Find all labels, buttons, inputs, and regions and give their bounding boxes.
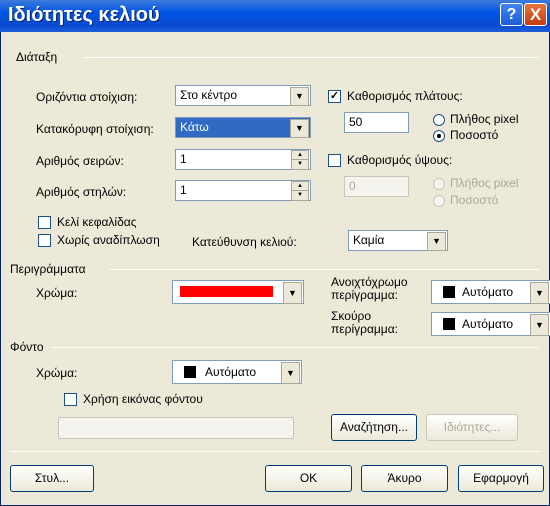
dialog-title: Ιδιότητες κελιού [8,4,160,26]
bg-image-path-field[interactable] [58,417,294,439]
spin-down-icon[interactable]: ▼ [291,190,309,201]
chevron-down-icon[interactable]: ▼ [290,119,309,138]
background-divider [52,347,539,348]
border-color-swatch [180,286,273,297]
dark-border-swatch [443,318,455,330]
cancel-button[interactable]: Άκυρο [361,465,448,492]
width-percent-radio[interactable] [433,130,445,142]
borders-divider [110,269,539,270]
bg-color-select[interactable]: Αυτόματο ▼ [172,360,302,384]
width-pixels-radio[interactable] [433,114,445,126]
rows-label: Αριθμός σειρών: [36,154,124,168]
dark-border-select[interactable]: Αυτόματο ▼ [431,312,550,336]
properties-button[interactable]: Ιδιότητες... [426,414,518,441]
width-check-label: Καθορισμός πλάτους: [347,89,463,103]
layout-group-title: Διάταξη [16,50,58,64]
rows-stepper[interactable]: 1 ▲ ▼ [175,149,311,170]
title-bar[interactable]: Ιδιότητες κελιού ? X [0,0,550,32]
layout-divider [84,57,539,58]
header-cell-checkbox[interactable] [38,216,51,229]
cols-stepper[interactable]: 1 ▲ ▼ [175,180,311,201]
chevron-down-icon[interactable]: ▼ [530,282,549,304]
width-field[interactable]: 50 [344,112,409,133]
height-pixels-radio[interactable] [433,178,445,190]
height-percent-radio[interactable] [433,195,445,207]
header-cell-label: Κελί κεφαλίδας [57,215,137,229]
browse-button[interactable]: Αναζήτηση... [331,414,417,441]
width-value: 50 [349,115,363,129]
halign-select[interactable]: Στο κέντρο ▼ [175,85,311,106]
chevron-down-icon[interactable]: ▼ [290,87,309,106]
width-percent-label: Ποσοστό [450,128,499,142]
light-border-select[interactable]: Αυτόματο ▼ [431,280,550,304]
cols-value: 1 [180,183,187,197]
valign-label: Κατακόρυφη στοίχιση: [36,122,154,136]
nowrap-label: Χωρίς αναδίπλωση [57,233,160,247]
cols-label: Αριθμός στηλών: [36,185,127,199]
height-field[interactable]: 0 [344,176,409,197]
bg-image-checkbox[interactable] [64,393,77,406]
direction-value: Καμία [353,233,385,247]
light-border-swatch [443,286,455,298]
light-border-value: Αυτόματο [462,285,514,299]
chevron-down-icon[interactable]: ▼ [283,282,302,304]
ok-button[interactable]: OK [265,465,352,492]
halign-value: Στο κέντρο [180,88,238,102]
bg-color-label: Χρώμα: [36,366,78,380]
spin-down-icon[interactable]: ▼ [291,159,309,170]
halign-label: Οριζόντια στοίχιση: [36,90,138,104]
help-button[interactable]: ? [500,3,523,26]
dark-border-value: Αυτόματο [462,317,514,331]
style-button[interactable]: Στυλ... [10,465,94,492]
background-group-title: Φόντο [10,340,44,354]
apply-button[interactable]: Εφαρμογή [458,465,544,492]
rows-value: 1 [180,152,187,166]
height-checkbox[interactable] [328,154,341,167]
bg-image-label: Χρήση εικόνας φόντου [83,392,203,406]
borders-group-title: Περιγράμματα [10,262,86,276]
valign-select[interactable]: Κάτω ▼ [175,117,311,138]
width-pixels-label: Πλήθος pixel [450,112,519,126]
border-color-label: Χρώμα: [36,286,78,300]
footer-divider [10,451,540,452]
dark-border-label: Σκούρο περίγραμμα: [331,309,398,336]
height-pixels-label: Πλήθος pixel [450,176,519,190]
height-percent-label: Ποσοστό [450,193,499,207]
height-check-label: Καθορισμός ύψους: [347,153,453,167]
nowrap-checkbox[interactable] [38,234,51,247]
direction-label: Κατεύθυνση κελιού: [192,235,297,249]
light-border-label: Ανοιχτόχρωμο περίγραμμα: [331,275,408,302]
border-color-select[interactable]: ▼ [172,280,304,304]
chevron-down-icon[interactable]: ▼ [530,314,549,336]
chevron-down-icon[interactable]: ▼ [281,362,300,384]
height-value: 0 [349,179,356,193]
width-checkbox[interactable]: ✓ [328,90,341,103]
valign-value: Κάτω [180,120,209,134]
bg-color-value: Αυτόματο [205,365,257,379]
close-button[interactable]: X [524,3,547,26]
chevron-down-icon[interactable]: ▼ [427,232,446,251]
direction-select[interactable]: Καμία ▼ [348,230,448,251]
bg-color-swatch [184,366,196,378]
